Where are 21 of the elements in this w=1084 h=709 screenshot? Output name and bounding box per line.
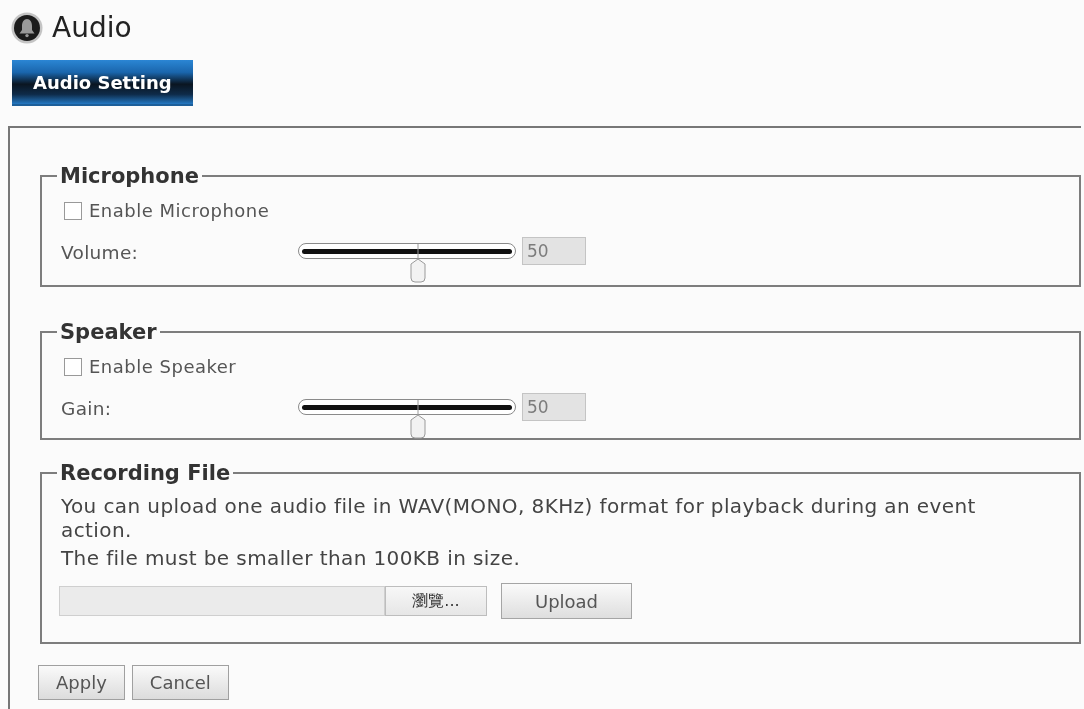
description-text: You can upload one audio file in WAV(MONO, 8KHz) format for playback during an event action. <box>61 494 977 542</box>
slider-thumb[interactable] <box>408 243 427 283</box>
slider-thumb[interactable] <box>408 399 427 439</box>
file-path-field[interactable] <box>59 586 385 616</box>
browse-button[interactable]: 瀏覽... <box>385 586 487 616</box>
slider-label: Gain: <box>61 399 113 419</box>
tab[interactable]: Audio Setting <box>12 60 193 106</box>
checkbox-label: Enable Speaker <box>89 357 237 377</box>
slider-label: Volume: <box>61 243 140 263</box>
size-limit-text: The file must be smaller than 100KB in size. <box>61 546 522 570</box>
group-legend: Microphone <box>57 164 202 188</box>
checkbox[interactable] <box>64 202 82 220</box>
cancel-button[interactable]: Cancel <box>131 665 229 700</box>
group-legend: Speaker <box>57 320 160 344</box>
page-title: Audio <box>52 12 132 44</box>
group-legend: Recording File <box>57 461 234 485</box>
checkbox-label: Enable Microphone <box>89 201 270 221</box>
bell-icon <box>11 12 43 44</box>
checkbox[interactable] <box>64 358 82 376</box>
apply-button[interactable]: Apply <box>38 665 125 700</box>
upload-button[interactable]: Upload <box>501 583 632 619</box>
